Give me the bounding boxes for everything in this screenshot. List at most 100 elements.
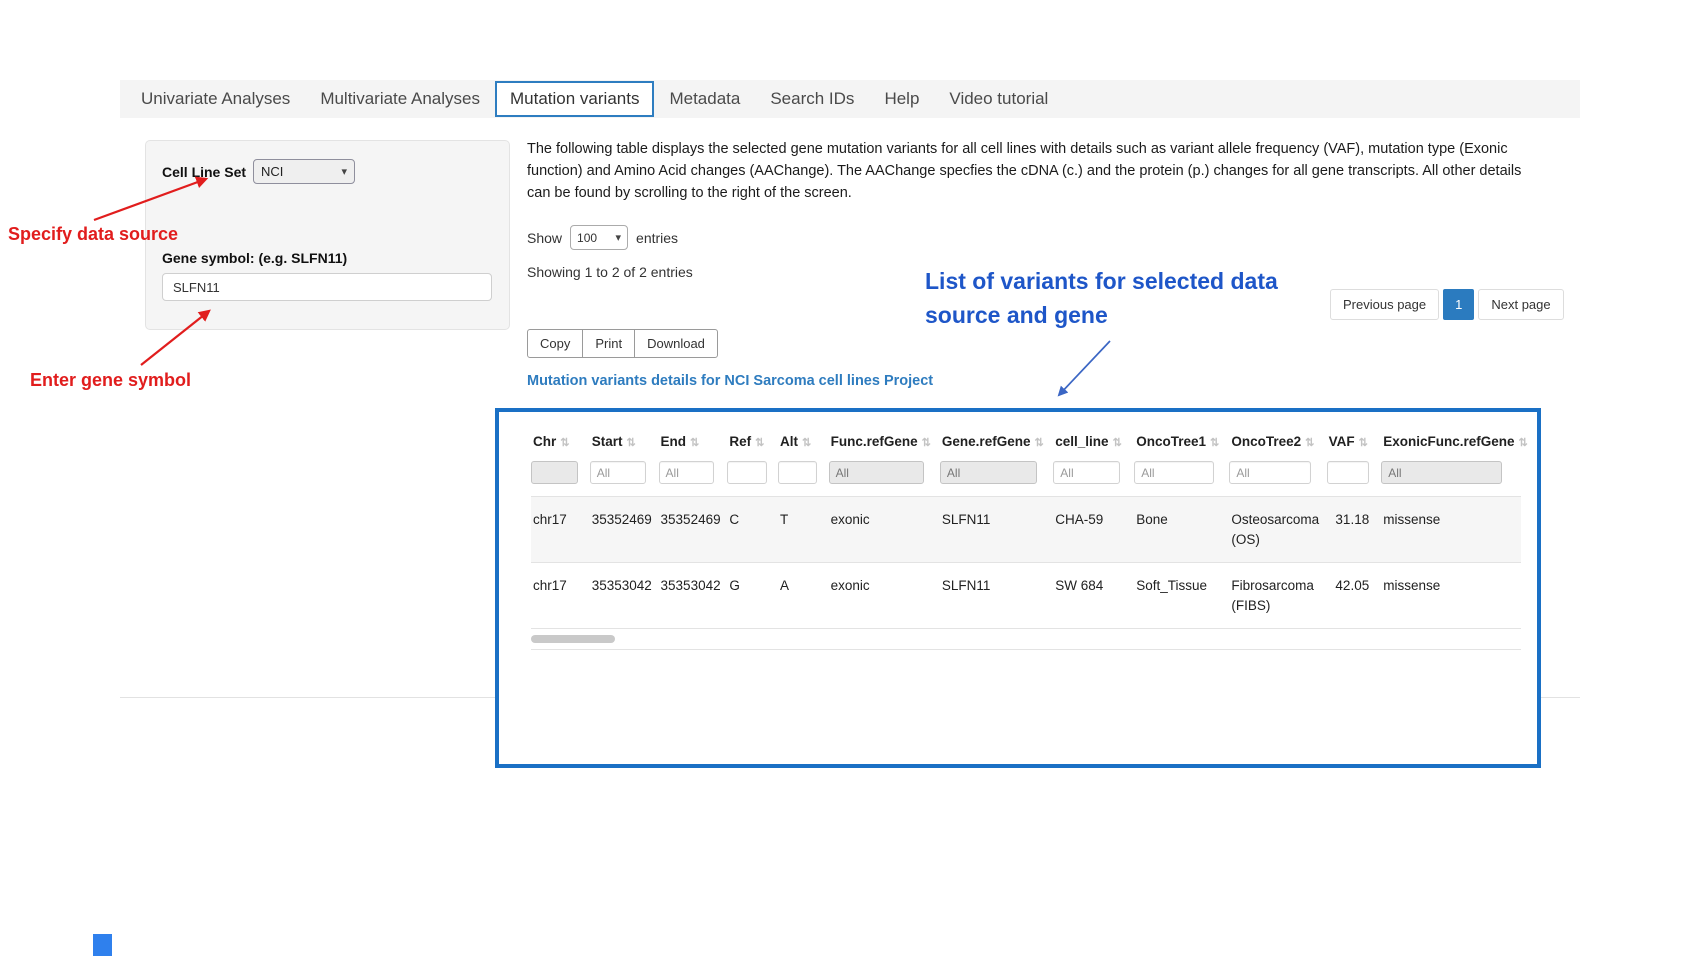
sort-icon: ⇅ bbox=[626, 437, 635, 449]
column-label: Start bbox=[592, 434, 623, 449]
column-filter[interactable]: All bbox=[1053, 461, 1120, 484]
filter-cell: All bbox=[659, 458, 728, 497]
table-cell: 35352469 bbox=[659, 497, 728, 563]
cell-line-set-select[interactable]: NCI ▾ bbox=[253, 159, 355, 184]
showing-info: Showing 1 to 2 of 2 entries bbox=[527, 264, 693, 280]
page-length-value: 100 bbox=[577, 231, 597, 245]
column-header-oncotree1[interactable]: OncoTree1 ⇅ bbox=[1134, 424, 1229, 458]
variants-table: Chr⇅Start⇅End⇅Ref⇅Alt⇅Func.refGene⇅Gene.… bbox=[531, 424, 1521, 629]
column-header-oncotree2[interactable]: OncoTree2⇅ bbox=[1229, 424, 1326, 458]
table-row[interactable]: chr173535304235353042GAexonicSLFN11SW 68… bbox=[531, 563, 1521, 629]
filter-cell bbox=[778, 458, 829, 497]
filter-cell: All bbox=[1053, 458, 1134, 497]
column-filter[interactable]: All bbox=[1381, 461, 1502, 484]
next-page-button[interactable]: Next page bbox=[1478, 289, 1563, 320]
tab-multivariate-analyses[interactable]: Multivariate Analyses bbox=[305, 81, 495, 117]
pagination: Previous page 1 Next page bbox=[1330, 289, 1564, 320]
column-header-func-refgene[interactable]: Func.refGene ⇅ bbox=[829, 424, 940, 458]
column-header-cell-line[interactable]: cell_line⇅ bbox=[1053, 424, 1134, 458]
filter-cell: All bbox=[940, 458, 1053, 497]
sort-icon: ⇅ bbox=[802, 437, 811, 449]
annotation-list-of-variants: List of variants for selected data sourc… bbox=[925, 264, 1323, 332]
column-header-ref[interactable]: Ref⇅ bbox=[727, 424, 778, 458]
main-nav: Univariate AnalysesMultivariate Analyses… bbox=[120, 80, 1580, 118]
table-cell: Osteosarcoma (OS) bbox=[1229, 497, 1326, 563]
tab-help[interactable]: Help bbox=[869, 81, 934, 117]
gene-symbol-input[interactable] bbox=[162, 273, 492, 301]
print-button[interactable]: Print bbox=[582, 329, 635, 358]
table-filter-row: All All All All All All All All bbox=[531, 458, 1521, 497]
tab-metadata[interactable]: Metadata bbox=[654, 81, 755, 117]
table-cell: 42.05 bbox=[1327, 563, 1382, 629]
show-label: Show bbox=[527, 230, 562, 246]
column-header-chr[interactable]: Chr⇅ bbox=[531, 424, 590, 458]
column-filter[interactable]: All bbox=[1134, 461, 1214, 484]
table-cell: 35352469 bbox=[590, 497, 659, 563]
control-panel: Cell Line Set NCI ▾ Gene symbol: (e.g. S… bbox=[145, 140, 510, 330]
table-cell: chr17 bbox=[531, 497, 590, 563]
table-cell: missense bbox=[1381, 563, 1521, 629]
column-header-vaf[interactable]: VAF ⇅ bbox=[1327, 424, 1382, 458]
table-cell: 31.18 bbox=[1327, 497, 1382, 563]
column-label: ExonicFunc.refGene bbox=[1383, 434, 1514, 449]
table-cell: T bbox=[778, 497, 829, 563]
column-filter[interactable] bbox=[531, 461, 578, 484]
page-number-button[interactable]: 1 bbox=[1443, 289, 1474, 320]
table-cell: Bone bbox=[1134, 497, 1229, 563]
copy-button[interactable]: Copy bbox=[527, 329, 583, 358]
table-cell: exonic bbox=[829, 497, 940, 563]
annotation-enter-gene-symbol: Enter gene symbol bbox=[30, 370, 191, 391]
column-filter[interactable] bbox=[1327, 461, 1370, 484]
page-length-select[interactable]: 100 ▾ bbox=[570, 225, 628, 250]
column-filter[interactable]: All bbox=[1229, 461, 1311, 484]
horizontal-scrollbar[interactable] bbox=[531, 635, 1521, 643]
column-label: OncoTree1 bbox=[1136, 434, 1206, 449]
table-row[interactable]: chr173535246935352469CTexonicSLFN11CHA-5… bbox=[531, 497, 1521, 563]
column-header-end[interactable]: End⇅ bbox=[659, 424, 728, 458]
sort-icon: ⇅ bbox=[922, 437, 931, 449]
column-label: Ref bbox=[729, 434, 751, 449]
sort-icon: ⇅ bbox=[1210, 437, 1219, 449]
page-length-control: Show 100 ▾ entries bbox=[527, 225, 678, 250]
table-cell: 35353042 bbox=[590, 563, 659, 629]
column-label: Func.refGene bbox=[831, 434, 918, 449]
column-filter[interactable] bbox=[778, 461, 817, 484]
scrollbar-thumb[interactable] bbox=[531, 635, 615, 643]
table-body: chr173535246935352469CTexonicSLFN11CHA-5… bbox=[531, 497, 1521, 629]
table-bottom-divider bbox=[531, 649, 1521, 650]
column-label: cell_line bbox=[1055, 434, 1108, 449]
column-label: Alt bbox=[780, 434, 798, 449]
column-filter[interactable]: All bbox=[940, 461, 1037, 484]
entries-label: entries bbox=[636, 230, 678, 246]
column-filter[interactable]: All bbox=[829, 461, 924, 484]
chevron-down-icon: ▾ bbox=[342, 165, 348, 178]
filter-cell bbox=[531, 458, 590, 497]
cell-line-set-label: Cell Line Set bbox=[162, 164, 246, 180]
column-header-gene-refgene[interactable]: Gene.refGene⇅ bbox=[940, 424, 1053, 458]
column-header-alt[interactable]: Alt ⇅ bbox=[778, 424, 829, 458]
column-label: VAF bbox=[1329, 434, 1355, 449]
annotation-specify-data-source: Specify data source bbox=[8, 224, 178, 245]
previous-page-button[interactable]: Previous page bbox=[1330, 289, 1439, 320]
tab-search-ids[interactable]: Search IDs bbox=[755, 81, 869, 117]
sort-icon: ⇅ bbox=[690, 437, 699, 449]
sort-icon: ⇅ bbox=[1359, 437, 1368, 449]
tab-univariate-analyses[interactable]: Univariate Analyses bbox=[126, 81, 305, 117]
table-cell: missense bbox=[1381, 497, 1521, 563]
filter-cell: All bbox=[1134, 458, 1229, 497]
column-header-exonicfunc-refgene[interactable]: ExonicFunc.refGene⇅ bbox=[1381, 424, 1521, 458]
corner-widget[interactable] bbox=[93, 934, 112, 956]
column-header-start[interactable]: Start⇅ bbox=[590, 424, 659, 458]
chevron-down-icon: ▾ bbox=[616, 231, 622, 244]
column-filter[interactable] bbox=[727, 461, 766, 484]
tab-video-tutorial[interactable]: Video tutorial bbox=[934, 81, 1063, 117]
download-button[interactable]: Download bbox=[634, 329, 718, 358]
table-cell: A bbox=[778, 563, 829, 629]
column-filter[interactable]: All bbox=[590, 461, 646, 484]
tab-mutation-variants[interactable]: Mutation variants bbox=[495, 81, 654, 117]
sort-icon: ⇅ bbox=[560, 437, 569, 449]
variants-table-container: Chr⇅Start⇅End⇅Ref⇅Alt⇅Func.refGene⇅Gene.… bbox=[495, 408, 1541, 768]
gene-symbol-label: Gene symbol: (e.g. SLFN11) bbox=[162, 250, 493, 266]
column-filter[interactable]: All bbox=[659, 461, 715, 484]
table-cell: SW 684 bbox=[1053, 563, 1134, 629]
